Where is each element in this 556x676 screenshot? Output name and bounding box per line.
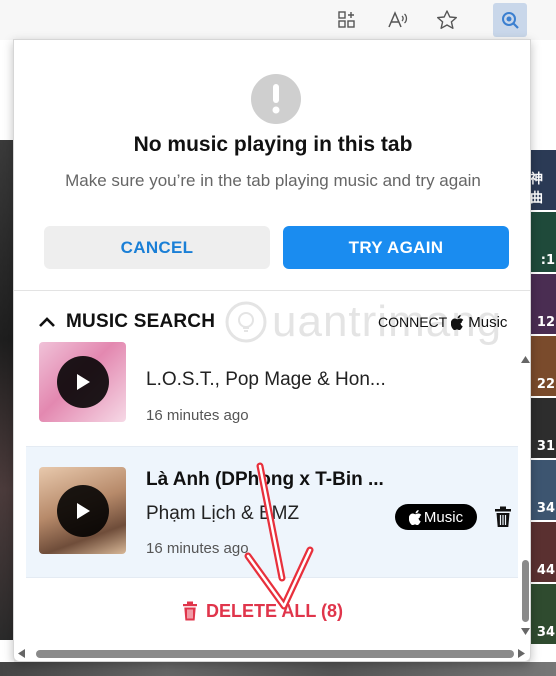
delete-song-button[interactable] (494, 506, 512, 528)
album-art (39, 342, 126, 422)
add-to-collections-icon[interactable] (333, 6, 361, 34)
try-again-button[interactable]: TRY AGAIN (283, 226, 509, 269)
divider (14, 290, 530, 291)
delete-all-button[interactable]: DELETE ALL (8) (182, 598, 343, 624)
play-button[interactable] (56, 484, 109, 537)
extension-icon[interactable] (493, 3, 527, 37)
trash-icon (495, 506, 511, 527)
apple-logo-icon (451, 314, 464, 330)
exclamation-icon (251, 74, 301, 124)
music-search-toggle[interactable]: MUSIC SEARCH (38, 310, 215, 334)
apple-music-button[interactable]: Music (395, 504, 477, 530)
browser-toolbar (0, 0, 556, 40)
list-item[interactable]: Là Anh (DPhong x T-Bin ... Phạm Lịch & B… (26, 446, 518, 578)
list-item[interactable]: L.O.S.T., Pop Mage & Hon... 16 minutes a… (26, 342, 518, 446)
delete-all-label: DELETE ALL (8) (206, 600, 344, 621)
page-background-bottom (0, 662, 556, 676)
song-list: L.O.S.T., Pop Mage & Hon... 16 minutes a… (26, 342, 518, 612)
connect-label: CONNECT (378, 314, 448, 330)
horizontal-scroll-thumb[interactable] (36, 650, 514, 658)
scroll-right-arrow-icon[interactable] (518, 649, 525, 658)
song-time: 16 minutes ago (146, 540, 249, 557)
notice-subtitle: Make sure you’re in the tab playing musi… (65, 171, 481, 190)
page-background-left (0, 40, 14, 676)
song-artist: Phạm Lịch & BMZ (146, 503, 300, 524)
album-art (39, 467, 126, 554)
play-icon (76, 374, 90, 390)
scroll-up-arrow-icon[interactable] (521, 356, 530, 363)
read-aloud-icon[interactable] (384, 6, 412, 34)
song-time: 16 minutes ago (146, 407, 249, 424)
play-button[interactable] (56, 356, 109, 408)
horizontal-scrollbar[interactable] (14, 645, 530, 661)
vertical-scroll-thumb[interactable] (522, 560, 529, 622)
song-title: Là Anh (DPhong x T-Bin ... (146, 469, 384, 490)
apple-logo-icon (408, 509, 422, 525)
watermark-logo-icon (225, 301, 267, 343)
connect-apple-music-link[interactable]: CONNECT Music (378, 312, 507, 332)
extension-popup: No music playing in this tab Make sure y… (13, 39, 531, 662)
notice-title: No music playing in this tab (133, 133, 413, 156)
scroll-left-arrow-icon[interactable] (18, 649, 25, 658)
page-background-right: 神曲 :1 12 22 31 34 44 34 (530, 40, 556, 676)
apple-music-label: Music (423, 508, 464, 526)
connect-service: Music (468, 313, 508, 331)
scroll-down-arrow-icon[interactable] (521, 628, 530, 635)
song-title: L.O.S.T., Pop Mage & Hon... (146, 369, 386, 390)
play-icon (76, 502, 90, 519)
vertical-scrollbar[interactable] (519, 352, 530, 642)
music-search-title: MUSIC SEARCH (66, 311, 216, 332)
cancel-button[interactable]: CANCEL (44, 226, 270, 269)
trash-icon (183, 601, 197, 621)
favorites-star-icon[interactable] (433, 6, 461, 34)
chevron-up-icon (39, 317, 55, 327)
